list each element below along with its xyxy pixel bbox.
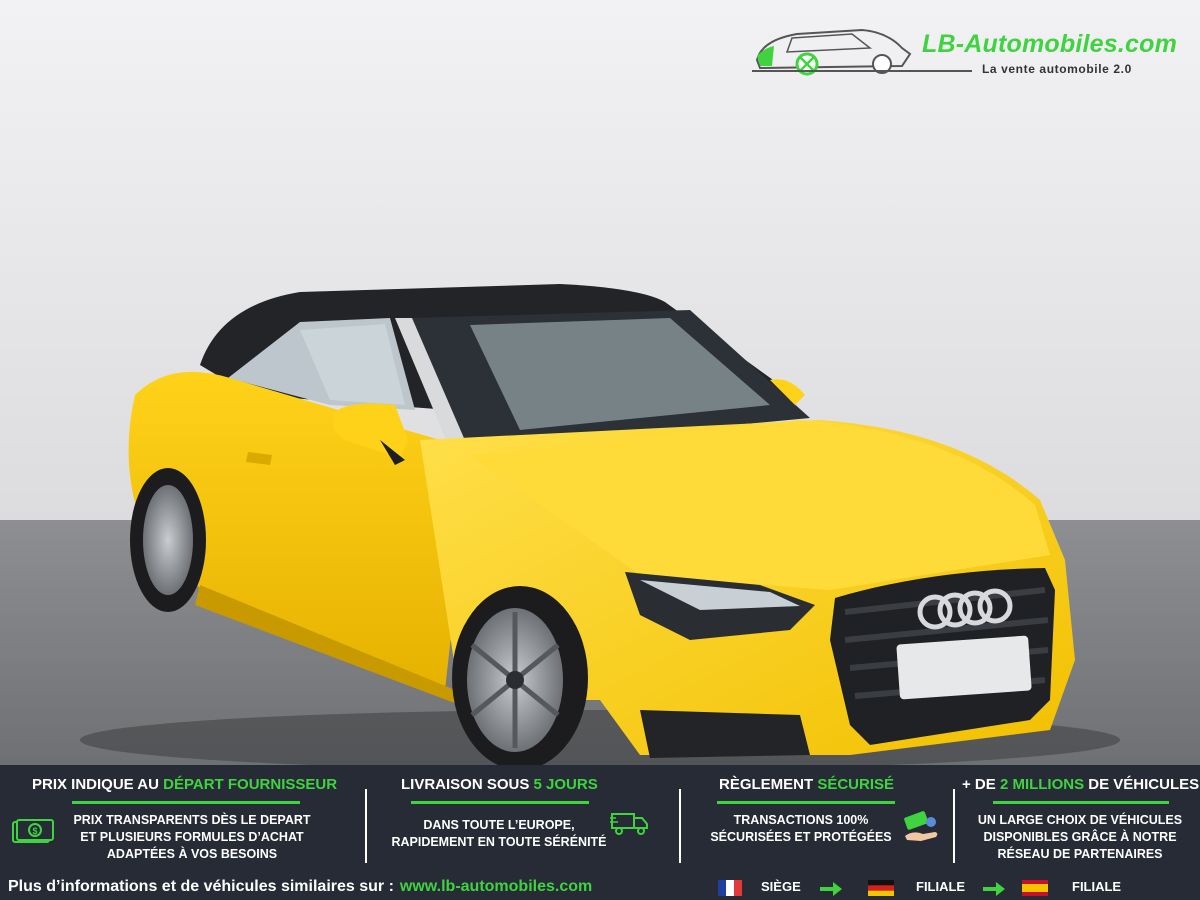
- feature-reglement: RÈGLEMENT SÉCURISÉ TRANSACTIONS 100% SÉC…: [681, 765, 953, 873]
- info-banner: PRIX INDIQUE AU DÉPART FOURNISSEUR $ PRI…: [0, 765, 1200, 900]
- website-link[interactable]: www.lb-automobiles.com: [400, 878, 592, 895]
- germany-flag-icon: [868, 880, 894, 896]
- brand-tagline: La vente automobile 2.0: [982, 62, 1132, 76]
- car-photo: [0, 0, 1200, 765]
- payment-icon: [904, 811, 938, 841]
- title-underline: [72, 801, 300, 804]
- title-underline: [411, 801, 589, 804]
- brand-logo[interactable]: LB-Automobiles.com La vente automobile 2…: [752, 22, 1200, 82]
- svg-text:$: $: [32, 826, 37, 836]
- title-underline: [993, 801, 1169, 804]
- france-flag-icon: [718, 880, 742, 896]
- title-underline: [717, 801, 895, 804]
- money-icon: $: [12, 819, 54, 843]
- feature-title: + DE 2 MILLIONS DE VÉHICULES: [962, 776, 1200, 793]
- spain-flag-icon: [1022, 880, 1048, 896]
- logo-divider: [752, 70, 972, 72]
- feature-text: DANS TOUTE L’EUROPE, RAPIDEMENT EN TOUTE…: [391, 818, 607, 849]
- feature-title: LIVRAISON SOUS 5 JOURS: [401, 776, 598, 793]
- footer-info: Plus d’informations et de véhicules simi…: [8, 878, 593, 895]
- feature-text: PRIX TRANSPARENTS DÈS LE DEPART ET PLUSI…: [73, 813, 311, 861]
- location-label: SIÈGE: [761, 879, 801, 894]
- arrow-right-icon: [983, 882, 1005, 896]
- feature-text: UN LARGE CHOIX DE VÉHICULES DISPONIBLES …: [977, 813, 1183, 861]
- location-label: FILIALE: [1072, 879, 1122, 894]
- truck-icon: [610, 813, 648, 835]
- feature-livraison: LIVRAISON SOUS 5 JOURS DANS TOUTE L’EURO…: [367, 765, 679, 873]
- feature-vehicules: + DE 2 MILLIONS DE VÉHICULES UN LARGE CH…: [955, 765, 1200, 873]
- location-label: FILIALE: [916, 879, 966, 894]
- brand-name: LB-Automobiles.com: [922, 30, 1177, 58]
- feature-prix: PRIX INDIQUE AU DÉPART FOURNISSEUR $ PRI…: [0, 765, 365, 873]
- arrow-right-icon: [820, 882, 842, 896]
- feature-title: PRIX INDIQUE AU DÉPART FOURNISSEUR: [32, 776, 338, 793]
- feature-title: RÈGLEMENT SÉCURISÉ: [719, 776, 895, 793]
- feature-text: TRANSACTIONS 100% SÉCURISÉES ET PROTÉGÉE…: [710, 813, 892, 844]
- footer-bar: Plus d’informations et de véhicules simi…: [0, 873, 1200, 900]
